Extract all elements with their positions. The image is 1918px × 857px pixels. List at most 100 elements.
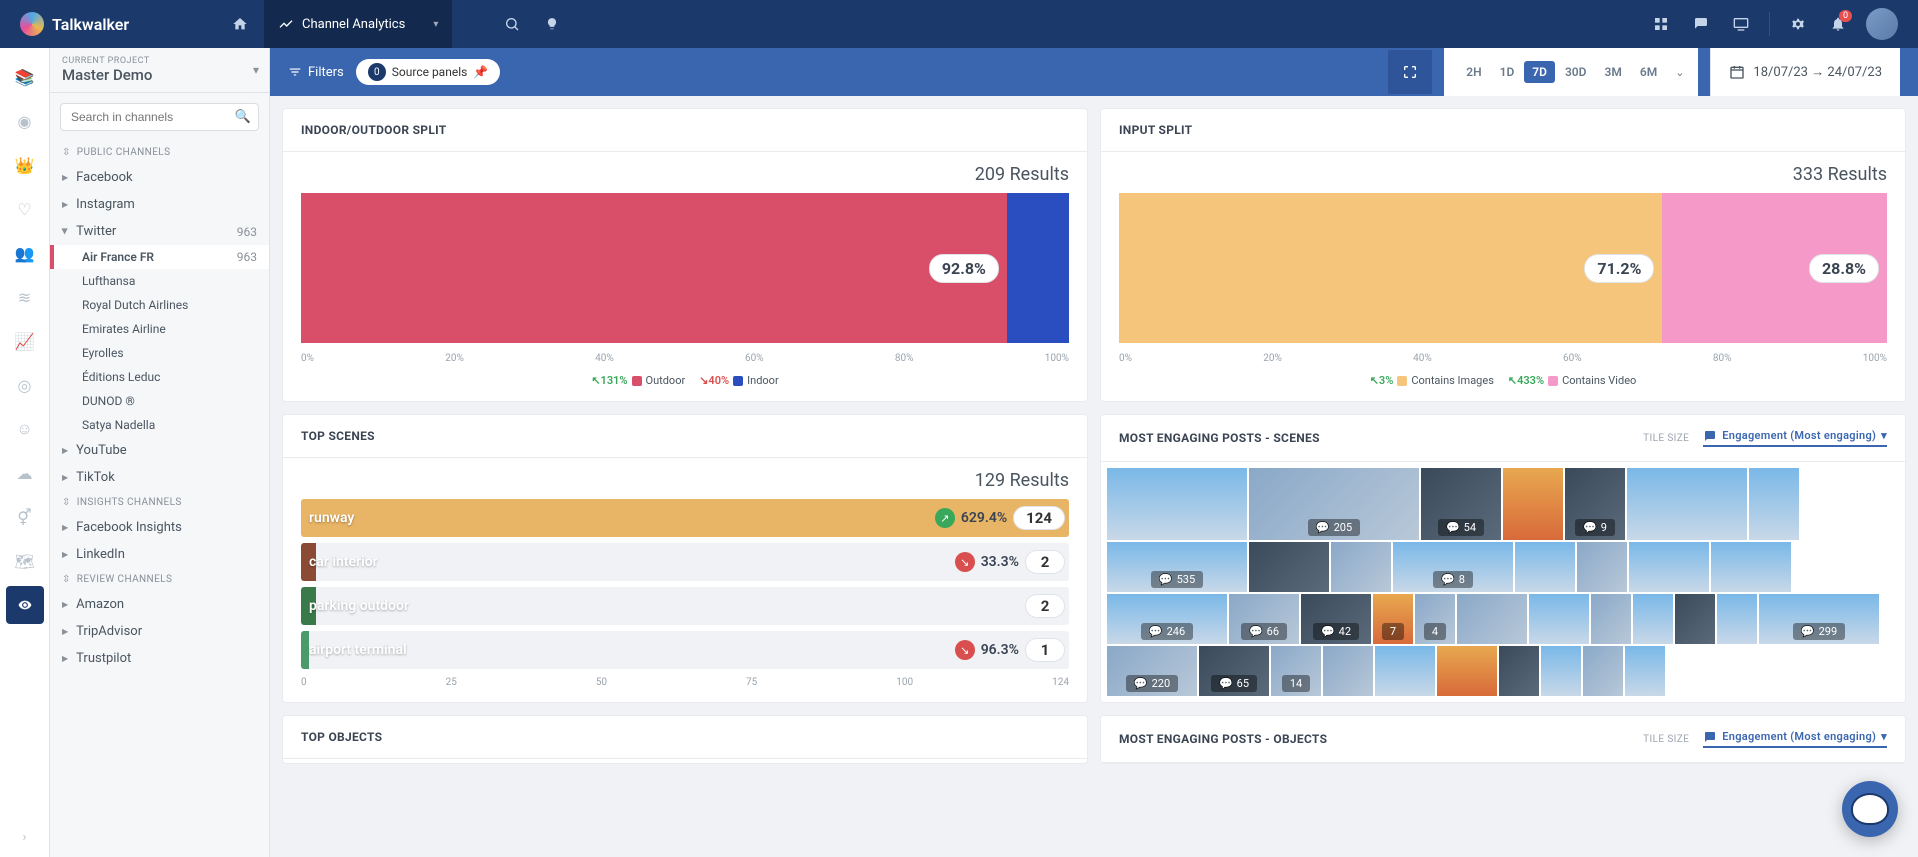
bar-segment-indoor[interactable] <box>1007 193 1069 343</box>
avatar[interactable] <box>1866 8 1898 40</box>
post-tile[interactable]: 14 <box>1271 646 1321 696</box>
home-icon[interactable] <box>220 4 260 44</box>
sub-lufthansa[interactable]: Lufthansa <box>50 269 269 293</box>
post-tile[interactable] <box>1591 594 1631 644</box>
section-public-channels[interactable]: ⇳ PUBLIC CHANNELS <box>50 141 269 164</box>
time-opt-30d[interactable]: 30D <box>1557 61 1595 83</box>
post-tile[interactable] <box>1107 468 1247 540</box>
rail-stream-icon[interactable]: ≋ <box>6 278 44 316</box>
post-tile[interactable]: 💬 54 <box>1421 468 1501 540</box>
rail-dashboard-icon[interactable]: ◉ <box>6 102 44 140</box>
gear-icon[interactable] <box>1778 4 1818 44</box>
post-tile[interactable]: 💬 299 <box>1759 594 1879 644</box>
channel-trustpilot[interactable]: ▶Trustpilot <box>50 645 269 672</box>
channel-tripadvisor[interactable]: ▶TripAdvisor <box>50 618 269 645</box>
channel-twitter[interactable]: ▶Twitter963 <box>50 218 269 245</box>
sub-eyrolles[interactable]: Eyrolles <box>50 341 269 365</box>
date-range-picker[interactable]: 18/07/23 → 24/07/23 <box>1710 48 1900 96</box>
post-tile[interactable] <box>1375 646 1435 696</box>
post-tile[interactable]: 4 <box>1415 594 1455 644</box>
section-review-channels[interactable]: ⇳ REVIEW CHANNELS <box>50 568 269 591</box>
post-tile[interactable]: 💬 8 <box>1393 542 1513 592</box>
channel-instagram[interactable]: ▶Instagram <box>50 191 269 218</box>
rail-people-icon[interactable]: 👥 <box>6 234 44 272</box>
post-tile[interactable]: 💬 220 <box>1107 646 1197 696</box>
sub-nadella[interactable]: Satya Nadella <box>50 413 269 437</box>
outbox-icon[interactable] <box>1681 4 1721 44</box>
bar-segment-video[interactable]: 28.8% <box>1662 193 1887 343</box>
post-tile[interactable] <box>1717 594 1757 644</box>
rail-trend-icon[interactable]: 📈 <box>6 322 44 360</box>
time-opt-7d[interactable]: 7D <box>1524 61 1555 83</box>
section-insights-channels[interactable]: ⇳ INSIGHTS CHANNELS <box>50 491 269 514</box>
rail-target-icon[interactable]: ◎ <box>6 366 44 404</box>
time-opt-1d[interactable]: 1D <box>1492 61 1523 83</box>
section-selector[interactable]: Channel Analytics ▾ <box>264 0 452 48</box>
rail-smile-icon[interactable]: ☺ <box>6 410 44 448</box>
post-tile[interactable] <box>1437 646 1497 696</box>
chevron-down-icon[interactable]: ⌄ <box>1675 66 1684 79</box>
post-tile[interactable] <box>1499 646 1539 696</box>
rail-eye-icon[interactable] <box>6 586 44 624</box>
rail-map-icon[interactable]: 🗺 <box>6 542 44 580</box>
post-tile[interactable] <box>1633 594 1673 644</box>
sort-dropdown[interactable]: Engagement (Most engaging) ▾ <box>1703 730 1887 748</box>
scene-bar-parking[interactable]: parking outdoor 2 <box>301 587 1069 625</box>
rail-gender-icon[interactable]: ⚥ <box>6 498 44 536</box>
post-tile[interactable] <box>1627 468 1747 540</box>
post-tile[interactable] <box>1625 646 1665 696</box>
sub-leduc[interactable]: Éditions Leduc <box>50 365 269 389</box>
bar-segment-images[interactable]: 71.2% <box>1119 193 1662 343</box>
search-input[interactable] <box>60 103 259 131</box>
time-opt-6m[interactable]: 6M <box>1632 61 1665 83</box>
post-tile[interactable]: 💬 205 <box>1249 468 1419 540</box>
channel-amazon[interactable]: ▶Amazon <box>50 591 269 618</box>
post-tile[interactable] <box>1541 646 1581 696</box>
sub-klm[interactable]: Royal Dutch Airlines <box>50 293 269 317</box>
brand-logo[interactable]: Talkwalker <box>20 12 220 36</box>
post-tile[interactable]: 💬 535 <box>1107 542 1247 592</box>
post-tile[interactable]: 💬 65 <box>1199 646 1269 696</box>
post-tile[interactable] <box>1515 542 1575 592</box>
time-opt-2h[interactable]: 2H <box>1458 61 1489 83</box>
post-tile[interactable] <box>1577 542 1627 592</box>
channel-tiktok[interactable]: ▶TikTok <box>50 464 269 491</box>
post-tile[interactable] <box>1503 468 1563 540</box>
search-icon[interactable] <box>492 4 532 44</box>
post-tile[interactable]: 💬 246 <box>1107 594 1227 644</box>
channel-linkedin[interactable]: ▶LinkedIn <box>50 541 269 568</box>
sub-emirates[interactable]: Emirates Airline <box>50 317 269 341</box>
rail-cloud-icon[interactable]: ☁ <box>6 454 44 492</box>
post-tile[interactable] <box>1331 542 1391 592</box>
channel-youtube[interactable]: ▶YouTube <box>50 437 269 464</box>
post-tile[interactable]: 💬 9 <box>1565 468 1625 540</box>
time-opt-3m[interactable]: 3M <box>1596 61 1629 83</box>
scene-bar-runway[interactable]: runway ↗ 629.4% 124 <box>301 499 1069 537</box>
apps-icon[interactable] <box>1641 4 1681 44</box>
post-tile[interactable] <box>1457 594 1527 644</box>
rail-crown-icon[interactable]: 👑 <box>6 146 44 184</box>
sub-dunod[interactable]: DUNOD ® <box>50 389 269 413</box>
post-tile[interactable] <box>1675 594 1715 644</box>
rail-expand-icon[interactable]: › <box>23 830 27 845</box>
rail-books-icon[interactable]: 📚 <box>6 58 44 96</box>
post-tile[interactable] <box>1711 542 1791 592</box>
project-selector[interactable]: CURRENT PROJECT Master Demo ▾ <box>50 48 269 93</box>
rail-heart-icon[interactable]: ♡ <box>6 190 44 228</box>
post-tile[interactable] <box>1629 542 1709 592</box>
post-tile[interactable] <box>1249 542 1329 592</box>
filters-button[interactable]: Filters <box>288 65 344 80</box>
sub-air-france[interactable]: Air France FR963 <box>50 245 269 269</box>
post-tile[interactable]: 💬 42 <box>1301 594 1371 644</box>
post-tile[interactable] <box>1749 468 1799 540</box>
lightbulb-icon[interactable] <box>532 4 572 44</box>
post-tile[interactable]: 7 <box>1373 594 1413 644</box>
chat-widget[interactable] <box>1842 781 1898 837</box>
sort-dropdown[interactable]: Engagement (Most engaging) ▾ <box>1703 429 1887 447</box>
source-panels-chip[interactable]: 0 Source panels 📌 <box>356 59 500 85</box>
post-tile[interactable] <box>1323 646 1373 696</box>
channel-facebook[interactable]: ▶Facebook <box>50 164 269 191</box>
fullscreen-icon[interactable] <box>1388 50 1432 94</box>
scene-bar-car-interior[interactable]: car interior ↘ 33.3% 2 <box>301 543 1069 581</box>
post-tile[interactable] <box>1529 594 1589 644</box>
